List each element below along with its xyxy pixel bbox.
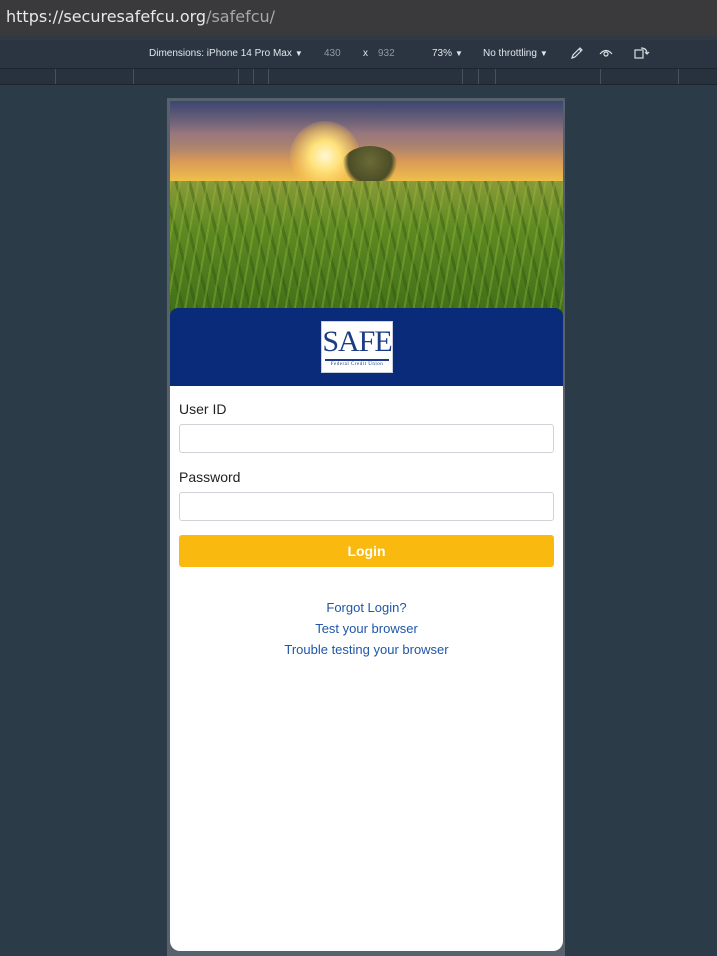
password-input[interactable] <box>179 492 554 521</box>
ruler-tick <box>678 69 679 84</box>
forgot-login-link[interactable]: Forgot Login? <box>170 597 563 618</box>
hero-image <box>170 101 563 316</box>
ruler-tick <box>462 69 463 84</box>
user-id-label: User ID <box>179 401 227 417</box>
mobile-viewport: SAFE Federal Credit Union User ID Passwo… <box>170 101 563 951</box>
device-width-input[interactable]: 430 <box>324 48 341 59</box>
login-form: User ID Password Login <box>179 401 554 567</box>
ruler-tick <box>478 69 479 84</box>
logo-rule <box>325 359 389 361</box>
throttling-select[interactable]: No throttling ▼ <box>483 48 548 59</box>
device-ruler <box>0 69 717 85</box>
trouble-testing-link[interactable]: Trouble testing your browser <box>170 639 563 660</box>
ruler-tick <box>268 69 269 84</box>
ruler-tick <box>55 69 56 84</box>
throttling-value: No throttling <box>483 48 537 59</box>
chevron-down-icon: ▼ <box>539 49 548 58</box>
ruler-tick <box>495 69 496 84</box>
device-dimensions-select[interactable]: Dimensions: iPhone 14 Pro Max ▼ <box>149 48 303 59</box>
device-dimensions-label: Dimensions: iPhone 14 Pro Max <box>149 48 292 59</box>
login-button[interactable]: Login <box>179 535 554 567</box>
safe-logo: SAFE Federal Credit Union <box>321 321 393 373</box>
zoom-select[interactable]: 73% ▼ <box>432 48 463 59</box>
password-label: Password <box>179 469 241 485</box>
ruler-tick <box>133 69 134 84</box>
ruler-tick <box>238 69 239 84</box>
zoom-value: 73% <box>432 48 453 59</box>
chevron-down-icon: ▼ <box>294 49 303 58</box>
devtools-device-toolbar: Dimensions: iPhone 14 Pro Max ▼ 430 x 932… <box>0 36 717 85</box>
rotate-icon[interactable] <box>634 46 650 62</box>
url-path: /safefcu/ <box>206 7 276 26</box>
brand-header: SAFE Federal Credit Union <box>170 308 563 386</box>
help-links: Forgot Login? Test your browser Trouble … <box>170 597 563 660</box>
hero-field <box>170 181 563 316</box>
eye-icon[interactable] <box>598 46 614 62</box>
url-text[interactable]: https://securesafefcu.org/safefcu/ <box>6 7 275 26</box>
device-height-input[interactable]: 932 <box>378 48 395 59</box>
user-id-input[interactable] <box>179 424 554 453</box>
eyedropper-icon[interactable] <box>569 46 585 62</box>
browser-address-bar[interactable]: https://securesafefcu.org/safefcu/ <box>0 0 717 36</box>
logo-subtext: Federal Credit Union <box>330 362 384 367</box>
chevron-down-icon: ▼ <box>455 49 463 58</box>
ruler-tick <box>253 69 254 84</box>
url-host: https://securesafefcu.org <box>6 7 207 26</box>
dimension-times-sign: x <box>363 48 368 59</box>
logo-wordmark: SAFE <box>322 325 392 358</box>
device-toolbar-row: Dimensions: iPhone 14 Pro Max ▼ 430 x 932… <box>0 40 717 69</box>
ruler-tick <box>600 69 601 84</box>
hero-tree <box>342 146 398 184</box>
test-browser-link[interactable]: Test your browser <box>170 618 563 639</box>
